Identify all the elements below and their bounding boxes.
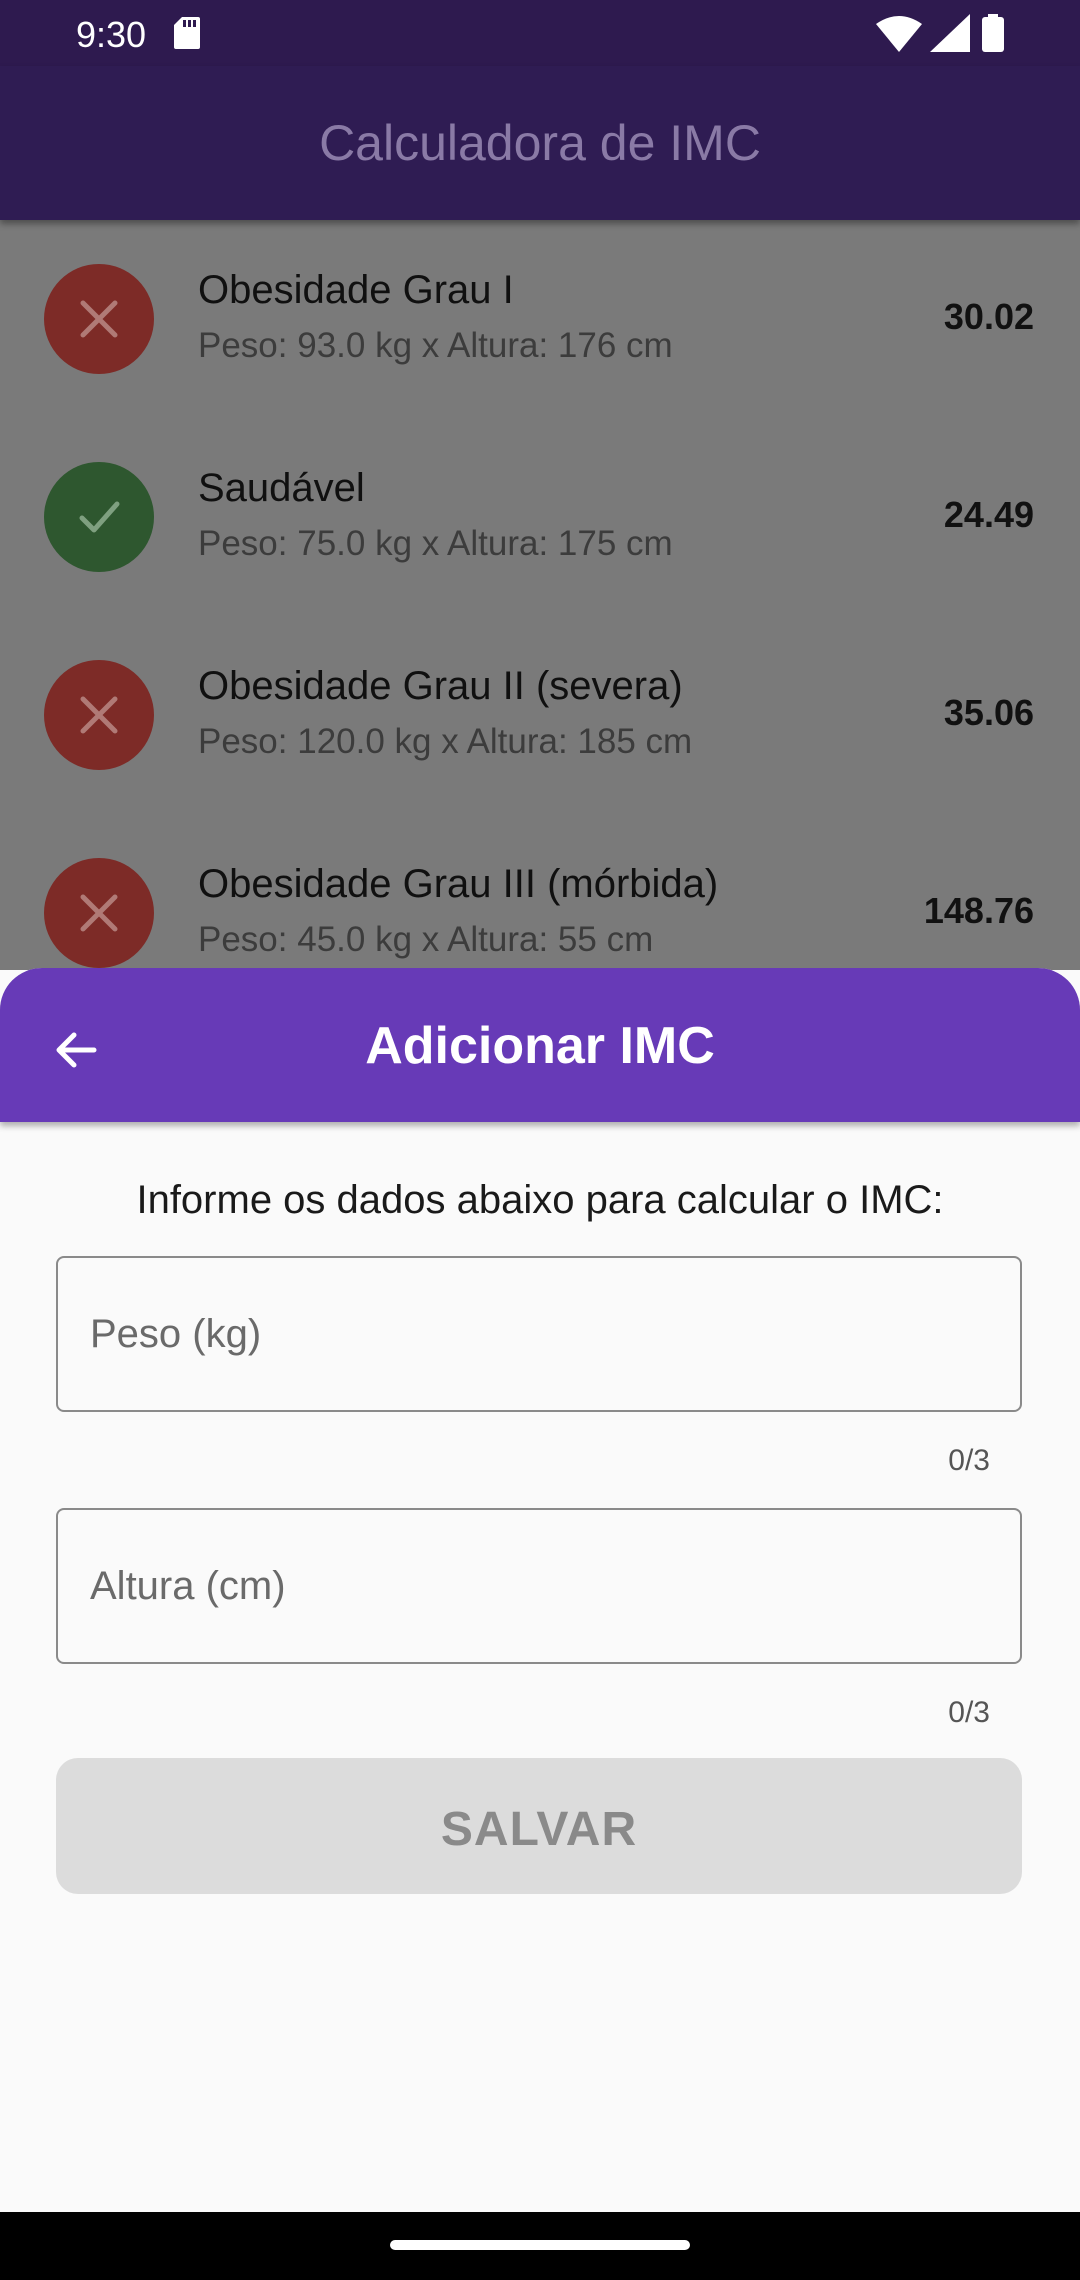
app-bar: Calculadora de IMC [0,66,1080,220]
list-item-title: Saudável [198,466,365,510]
status-indicator-bad [44,264,154,374]
close-icon [80,894,118,932]
list-item-subtitle: Peso: 45.0 kg x Altura: 55 cm [198,920,654,959]
close-icon [80,696,118,734]
instructions-text: Informe os dados abaixo para calcular o … [136,1178,944,1222]
signal-icon [930,14,970,52]
list-item[interactable]: Obesidade Grau III (mórbida) Peso: 45.0 … [0,814,1080,970]
list-item-title: Obesidade Grau I [198,268,514,312]
weight-field[interactable]: Peso (kg) [56,1256,1022,1412]
height-field[interactable]: Altura (cm) [56,1508,1022,1664]
height-char-counter: 0/3 [948,1696,990,1729]
check-icon [79,501,120,533]
list-item-subtitle: Peso: 120.0 kg x Altura: 185 cm [198,722,693,761]
sheet-title: Adicionar IMC [365,1017,715,1075]
add-imc-sheet: Adicionar IMC Informe os dados abaixo pa… [0,968,1080,2212]
save-button-label: SALVAR [440,1803,638,1856]
battery-icon [982,14,1004,52]
status-indicator-bad [44,858,154,968]
status-indicator-bad [44,660,154,770]
status-indicator-ok [44,462,154,572]
status-time: 9:30 [76,14,147,55]
status-bar: 9:30 [0,0,1080,66]
save-button[interactable]: SALVAR [56,1758,1022,1894]
list-item-imc-value: 148.76 [923,890,1034,931]
close-icon [80,300,118,338]
app-title: Calculadora de IMC [319,115,761,171]
list-item[interactable]: Obesidade Grau I Peso: 93.0 kg x Altura:… [0,220,1080,418]
list-item[interactable]: Obesidade Grau II (severa) Peso: 120.0 k… [0,616,1080,814]
sd-card-icon [174,17,200,49]
wifi-icon [876,16,922,52]
height-field-placeholder: Altura (cm) [90,1564,286,1608]
sheet-header: Adicionar IMC [0,968,1080,1122]
list-item-subtitle: Peso: 93.0 kg x Altura: 176 cm [198,326,673,365]
list-item[interactable]: Saudável Peso: 75.0 kg x Altura: 175 cm … [0,418,1080,616]
list-item-imc-value: 24.49 [943,494,1034,535]
list-item-subtitle: Peso: 75.0 kg x Altura: 175 cm [198,524,673,563]
weight-char-counter: 0/3 [948,1444,990,1477]
list-item-imc-value: 35.06 [943,692,1034,733]
list-item-title: Obesidade Grau II (severa) [198,664,683,708]
home-gesture-handle[interactable] [390,2240,690,2250]
list-item-imc-value: 30.02 [943,296,1034,337]
list-item-title: Obesidade Grau III (mórbida) [198,862,719,906]
weight-field-placeholder: Peso (kg) [90,1312,262,1356]
imc-history-list: Obesidade Grau I Peso: 93.0 kg x Altura:… [0,220,1080,970]
navigation-bar [0,2212,1080,2280]
